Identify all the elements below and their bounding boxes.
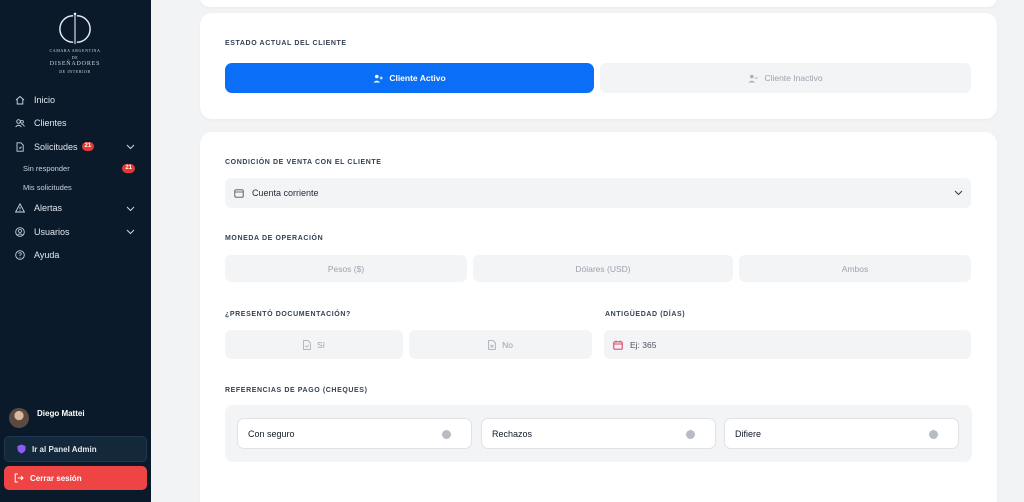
moneda-label: MONEDA DE OPERACIÓN — [225, 235, 324, 242]
shield-icon — [17, 444, 26, 454]
toggle-indicator[interactable] — [686, 430, 695, 439]
condicion-selected-value: Cuenta corriente — [252, 188, 319, 198]
help-icon — [15, 250, 25, 261]
referencia-con-seguro[interactable]: Con seguro — [237, 418, 472, 449]
document-check-icon — [303, 339, 311, 350]
admin-panel-label: Ir al Panel Admin — [32, 444, 97, 454]
user-plus-icon — [373, 74, 384, 83]
chevron-down-icon[interactable] — [126, 227, 135, 237]
toggle-indicator[interactable] — [442, 430, 451, 439]
antiguedad-label: ANTIGÜEDAD (DÍAS) — [605, 311, 686, 318]
cliente-inactivo-button[interactable]: Cliente Inactivo — [600, 63, 971, 93]
document-x-icon — [488, 339, 496, 350]
sidebar: CAMARA ARGENTINA DE DISEÑADORES DE INTER… — [0, 0, 151, 502]
documentacion-si-label: Sí — [316, 339, 326, 350]
sidebar-item-label: Inicio — [34, 94, 56, 105]
alert-icon — [15, 203, 25, 213]
referencia-label: Difiere — [735, 428, 762, 439]
moneda-option-label: Ambos — [841, 263, 869, 274]
count-badge: 21 — [81, 142, 95, 152]
referencias-label: REFERENCIAS DE PAGO (CHEQUES) — [225, 387, 368, 394]
documentacion-si-button[interactable]: Sí — [225, 330, 403, 359]
referencia-label: Rechazos — [492, 428, 533, 439]
moneda-option-pesos[interactable]: Pesos ($) — [225, 255, 467, 282]
logo-line1: CAMARA ARGENTINA — [49, 48, 101, 53]
referencia-difiere[interactable]: Difiere — [724, 418, 959, 449]
sidebar-item-label: Alertas — [34, 203, 63, 214]
cliente-inactivo-label: Cliente Inactivo — [764, 73, 823, 83]
cliente-activo-button[interactable]: Cliente Activo — [225, 63, 594, 93]
chevron-down-icon[interactable] — [954, 188, 963, 198]
user-circle-icon — [15, 226, 25, 237]
referencia-label: Con seguro — [248, 428, 295, 439]
referencia-rechazos[interactable]: Rechazos — [481, 418, 716, 449]
file-icon — [15, 142, 25, 152]
sidebar-item-usuarios[interactable]: Usuarios — [0, 220, 151, 244]
sidebar-item-inicio[interactable]: Inicio — [0, 88, 151, 112]
logo-line2: DE — [71, 55, 79, 60]
admin-panel-button[interactable]: Ir al Panel Admin — [4, 436, 147, 462]
estado-label: ESTADO ACTUAL DEL CLIENTE — [225, 40, 347, 47]
sidebar-nav: Inicio Clientes Solicitudes 21 Sin respo… — [0, 88, 151, 267]
toggle-indicator[interactable] — [929, 430, 938, 439]
sidebar-item-label: Usuarios — [34, 226, 70, 237]
condicion-select[interactable]: Cuenta corriente — [225, 178, 971, 208]
sidebar-item-label: Clientes — [34, 118, 67, 129]
sidebar-item-alertas[interactable]: Alertas — [0, 197, 151, 221]
documentacion-label: ¿PRESENTÓ DOCUMENTACIÓN? — [225, 311, 351, 318]
logout-icon — [14, 473, 24, 483]
avatar — [9, 408, 29, 428]
user-minus-icon — [748, 74, 759, 83]
antiguedad-placeholder: Ej: 365 — [630, 339, 657, 350]
sidebar-item-label: Ayuda — [34, 250, 60, 261]
logout-button[interactable]: Cerrar sesión — [4, 466, 147, 490]
sidebar-subitem-label: Sin responder — [23, 163, 70, 173]
sidebar-subitem-label: Mis solicitudes — [23, 182, 72, 192]
home-icon — [15, 95, 25, 105]
logo-mark-icon — [59, 12, 91, 45]
sidebar-item-solicitudes[interactable]: Solicitudes 21 — [0, 135, 151, 159]
sidebar-subitem-mis-solicitudes[interactable]: Mis solicitudes — [0, 178, 151, 197]
documentacion-no-button[interactable]: No — [409, 330, 592, 359]
brand-logo: CAMARA ARGENTINA DE DISEÑADORES DE INTER… — [47, 12, 103, 74]
logo-line3: DISEÑADORES — [49, 61, 101, 67]
chevron-down-icon[interactable] — [126, 204, 135, 214]
moneda-option-label: Dólares (USD) — [575, 263, 631, 274]
calendar-icon — [613, 340, 623, 350]
moneda-option-ambos[interactable]: Ambos — [739, 255, 971, 282]
sidebar-item-label: Solicitudes — [34, 141, 78, 152]
sidebar-item-clientes[interactable]: Clientes — [0, 112, 151, 136]
chevron-down-icon[interactable] — [126, 142, 135, 152]
count-badge: 21 — [122, 163, 135, 173]
condicion-label: CONDICIÓN DE VENTA CON EL CLIENTE — [225, 159, 382, 166]
moneda-option-dolares[interactable]: Dólares (USD) — [473, 255, 733, 282]
users-icon — [15, 118, 25, 128]
moneda-option-label: Pesos ($) — [327, 263, 365, 274]
calendar-icon — [234, 188, 244, 198]
cliente-activo-label: Cliente Activo — [389, 73, 446, 83]
logo-line4: DE INTERIOR — [59, 69, 91, 74]
logout-label: Cerrar sesión — [30, 473, 82, 483]
user-name: Diego Mattei — [37, 408, 85, 418]
sidebar-item-ayuda[interactable]: Ayuda — [0, 244, 151, 268]
previous-card — [200, 0, 997, 7]
user-profile[interactable]: Diego Mattei — [9, 406, 144, 430]
documentacion-no-label: No — [502, 339, 513, 350]
sidebar-subitem-sin-responder[interactable]: Sin responder 21 — [0, 159, 151, 178]
antiguedad-input[interactable]: Ej: 365 — [604, 330, 971, 359]
